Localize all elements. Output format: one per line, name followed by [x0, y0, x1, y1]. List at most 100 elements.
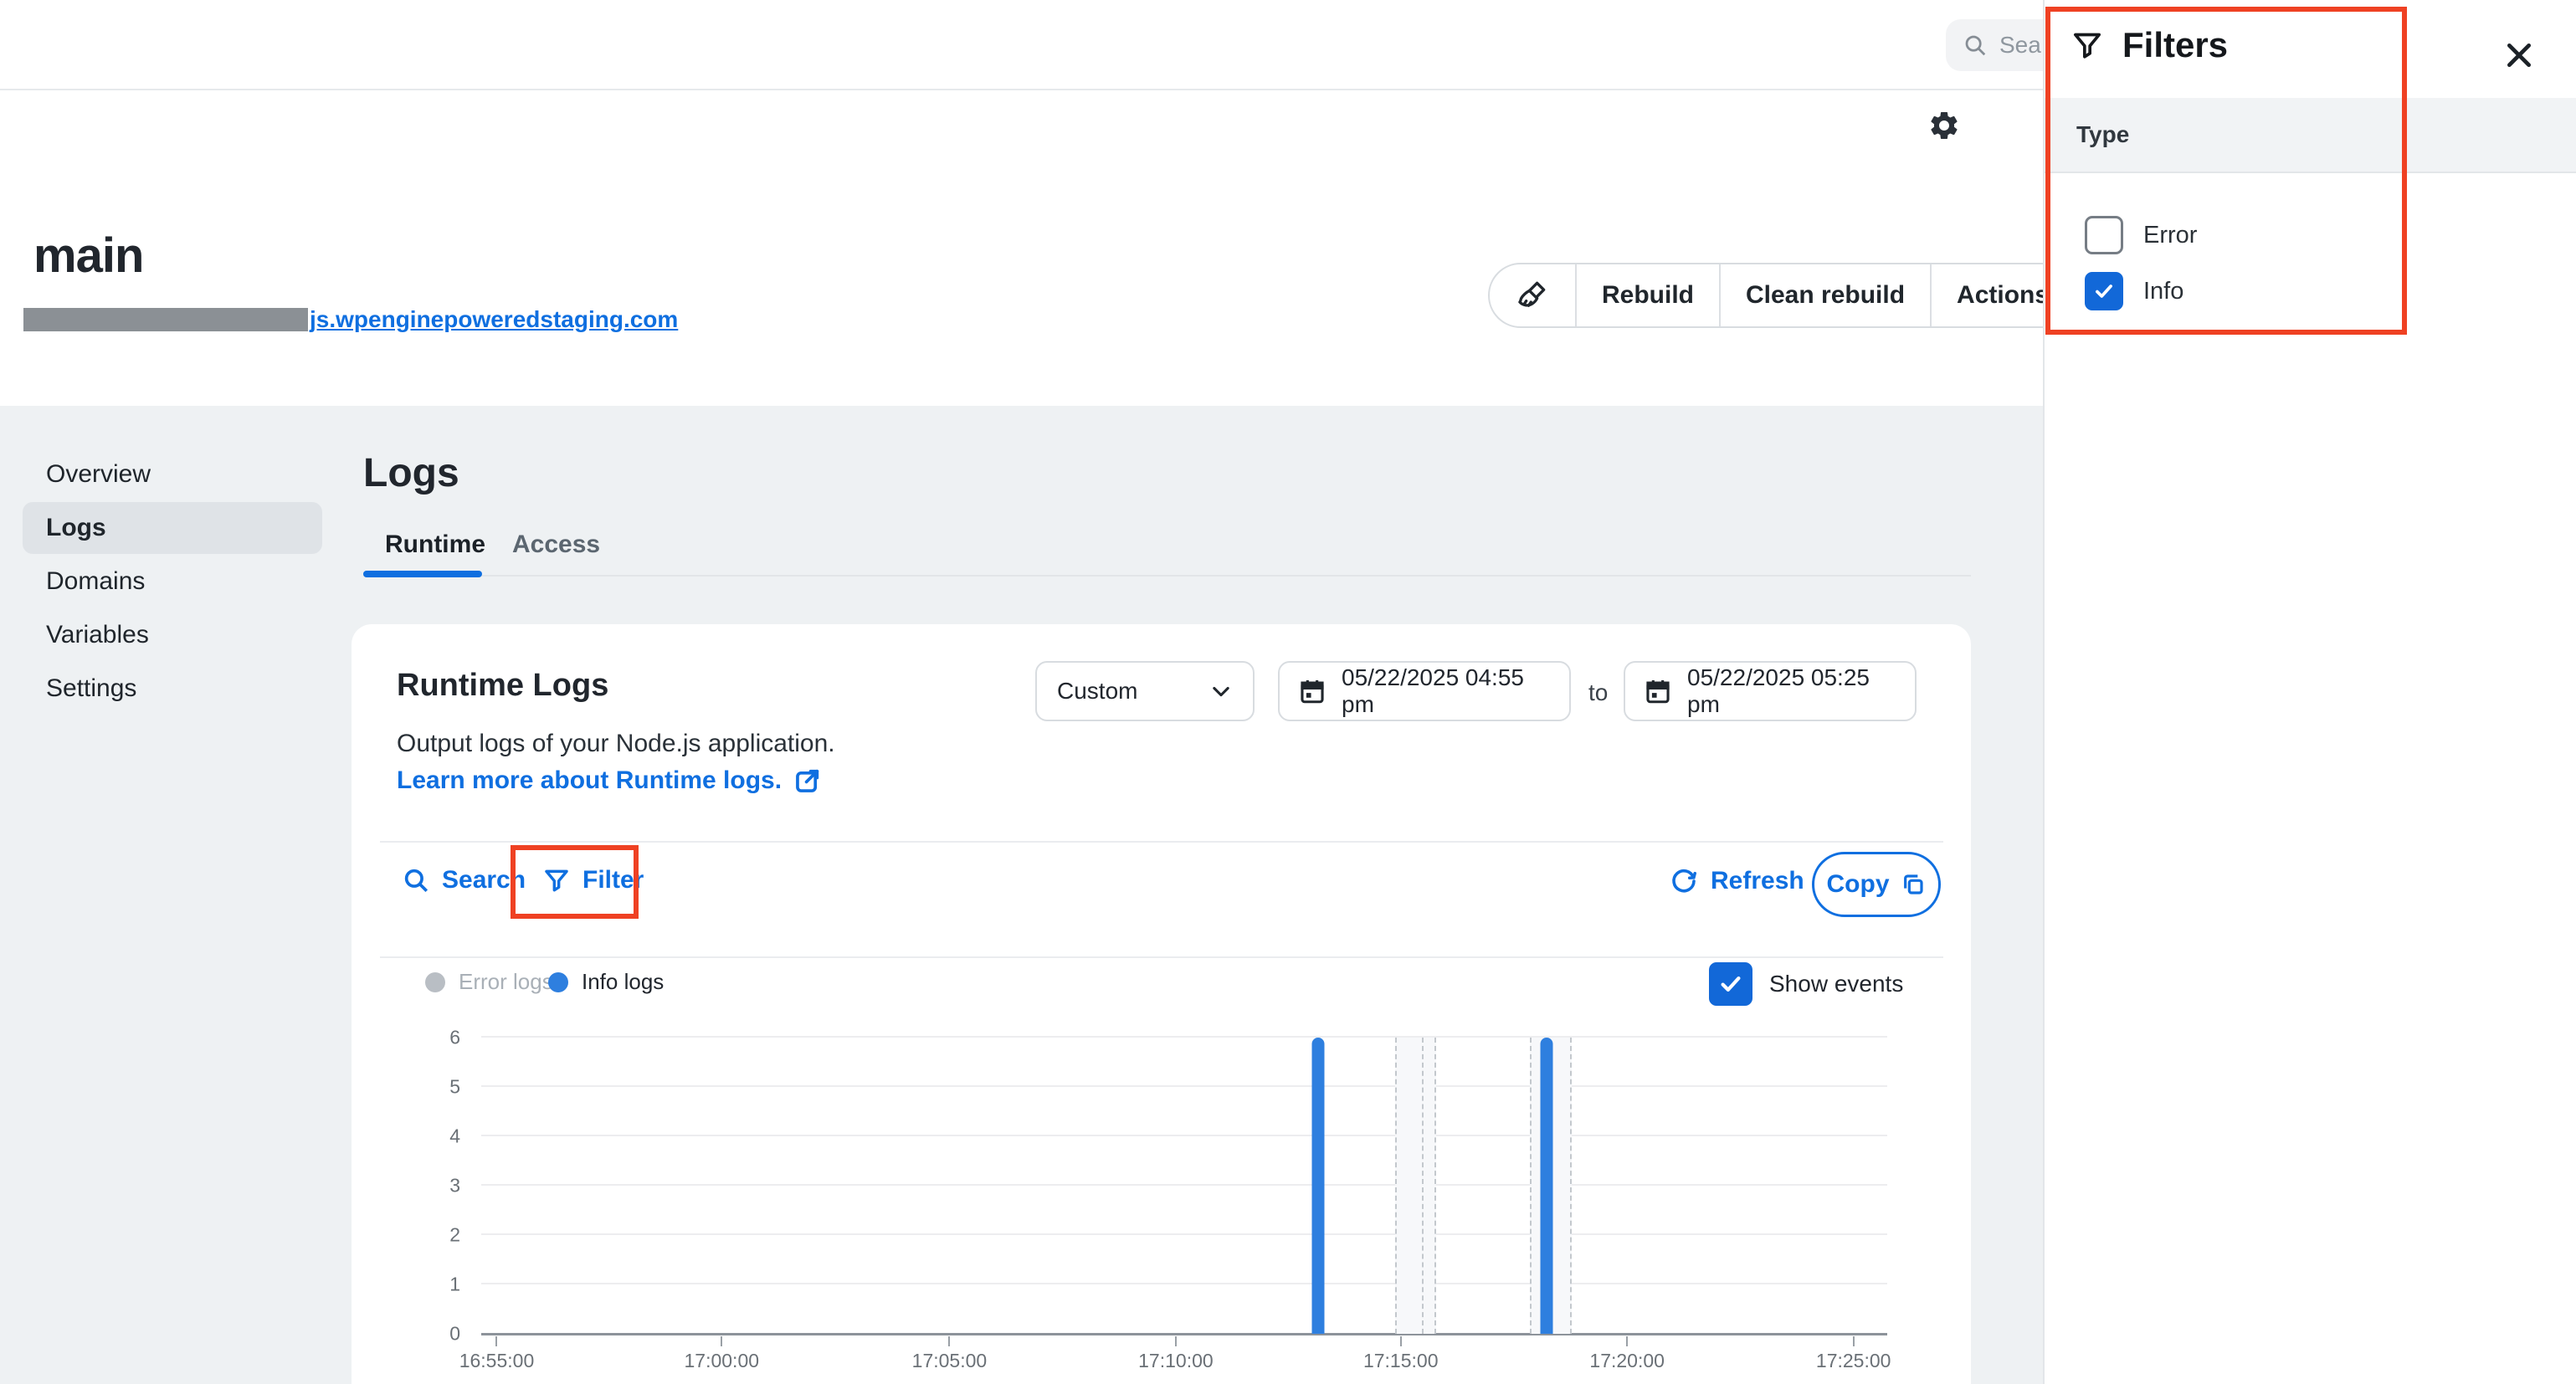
chart-y-axis: 0123456 [418, 1038, 469, 1334]
refresh-button[interactable]: Refresh [1669, 866, 1804, 896]
date-to-value: 05/22/2025 05:25 pm [1687, 664, 1896, 718]
legend-info-label: Info logs [582, 969, 664, 995]
chart-x-axis-line [481, 1333, 1887, 1335]
clean-cache-button[interactable] [1490, 264, 1575, 326]
chart-y-tick-label: 6 [449, 1027, 460, 1049]
sidebar-item-variables[interactable]: Variables [23, 609, 322, 661]
top-bar [0, 0, 2043, 90]
clean-rebuild-label: Clean rebuild [1746, 281, 1905, 310]
info-checkbox[interactable] [2085, 272, 2123, 310]
legend-info-logs[interactable]: Info logs [548, 969, 664, 995]
filters-panel-header: Filters [2071, 25, 2228, 65]
chart-bar [1311, 1038, 1324, 1334]
date-from-input[interactable]: 05/22/2025 04:55 pm [1278, 661, 1571, 721]
chart-x-tick-mark [721, 1336, 722, 1346]
divider [380, 956, 1943, 958]
filters-type-label: Type [2076, 121, 2129, 148]
tab-runtime[interactable]: Runtime [385, 525, 485, 564]
close-icon[interactable] [2501, 37, 2538, 74]
clean-rebuild-button[interactable]: Clean rebuild [1721, 264, 1930, 326]
legend-error-label: Error logs [459, 969, 553, 995]
filter-option-error[interactable]: Error [2085, 216, 2197, 254]
date-from-value: 05/22/2025 04:55 pm [1342, 664, 1551, 718]
runtime-logs-title: Runtime Logs [397, 668, 608, 704]
filters-panel-title: Filters [2122, 25, 2228, 65]
sidebar-label: Variables [46, 621, 149, 649]
environment-url-link[interactable]: js.wpenginepoweredstaging.com [23, 306, 678, 333]
range-selected-value: Custom [1057, 678, 1137, 705]
chart-x-tick-label: 17:25:00 [1816, 1350, 1891, 1372]
refresh-label: Refresh [1711, 867, 1804, 895]
tab-divider [363, 575, 1971, 577]
chart-x-tick-mark [1175, 1336, 1177, 1346]
log-filter-button[interactable]: Filter [542, 866, 644, 894]
sidebar-label: Settings [46, 674, 136, 703]
section-title-logs: Logs [363, 450, 459, 496]
funnel-icon [542, 866, 571, 894]
redacted-url-part [23, 308, 308, 331]
environment-actions-group: Rebuild Clean rebuild Actions [1488, 263, 2107, 328]
error-checkbox[interactable] [2085, 216, 2123, 254]
sidebar-item-settings[interactable]: Settings [23, 663, 322, 715]
sidebar-label: Logs [46, 514, 106, 542]
refresh-icon [1669, 866, 1699, 896]
chart-gridline [481, 1036, 1887, 1038]
show-events-toggle[interactable]: Show events [1709, 962, 1903, 1006]
date-range-select[interactable]: Custom [1035, 661, 1255, 721]
filter-label: Filter [582, 866, 644, 894]
page-title: main [33, 228, 143, 284]
rebuild-button[interactable]: Rebuild [1577, 264, 1719, 326]
tab-access[interactable]: Access [512, 525, 600, 564]
search-placeholder: Sea [1999, 32, 2041, 59]
filters-panel: Filters Type Error Info [2043, 0, 2576, 1384]
chart-x-tick-label: 17:00:00 [685, 1350, 760, 1372]
copy-button[interactable]: Copy [1812, 852, 1941, 917]
tab-label: Runtime [385, 531, 485, 559]
filter-option-info[interactable]: Info [2085, 272, 2183, 310]
show-events-label: Show events [1769, 971, 1903, 997]
divider [380, 841, 1943, 843]
chart-x-tick-label: 16:55:00 [459, 1350, 535, 1372]
funnel-icon [2071, 28, 2104, 62]
chart-x-tick-mark [1400, 1336, 1402, 1346]
chart-event-band [1395, 1038, 1436, 1334]
copy-icon [1900, 871, 1927, 898]
sidebar-label: Domains [46, 567, 145, 596]
chart-y-tick-label: 3 [449, 1175, 460, 1197]
chart-y-tick-label: 4 [449, 1125, 460, 1148]
sidebar-item-logs[interactable]: Logs [23, 502, 322, 554]
environment-url-text: js.wpenginepoweredstaging.com [310, 306, 678, 333]
rebuild-label: Rebuild [1602, 281, 1694, 310]
chart-gridline [481, 1085, 1887, 1087]
info-option-label: Info [2143, 278, 2183, 305]
search-icon [1963, 33, 1988, 58]
chart-x-tick-mark [1626, 1336, 1628, 1346]
chart-y-tick-label: 5 [449, 1076, 460, 1099]
sidebar-item-domains[interactable]: Domains [23, 556, 322, 607]
chart-gridline [481, 1233, 1887, 1235]
sidebar-label: Overview [46, 460, 151, 489]
calendar-icon [1644, 677, 1672, 705]
show-events-checkbox[interactable] [1709, 962, 1752, 1006]
actions-label: Actions [1957, 281, 2049, 310]
filters-type-section: Type [2045, 98, 2576, 173]
chart-x-tick-label: 17:05:00 [912, 1350, 988, 1372]
chart-event-band-divider [1422, 1038, 1424, 1334]
legend-error-logs[interactable]: Error logs [425, 969, 553, 995]
active-tab-indicator [363, 571, 482, 577]
date-to-input[interactable]: 05/22/2025 05:25 pm [1624, 661, 1917, 721]
info-logs-dot [548, 972, 568, 992]
sidebar-item-overview[interactable]: Overview [23, 449, 322, 500]
settings-gear-button[interactable] [1922, 104, 1966, 147]
chart-gridline [481, 1184, 1887, 1186]
chart-bar [1541, 1038, 1553, 1334]
chart-x-tick-mark [948, 1336, 950, 1346]
chart-y-tick-label: 2 [449, 1224, 460, 1247]
error-logs-dot [425, 972, 445, 992]
learn-more-label: Learn more about Runtime logs. [397, 766, 782, 795]
log-search-button[interactable]: Search [402, 866, 526, 894]
learn-more-link[interactable]: Learn more about Runtime logs. [397, 766, 822, 795]
date-range-to-label: to [1588, 679, 1608, 706]
breadcrumb-row [0, 90, 2043, 202]
copy-label: Copy [1827, 870, 1890, 899]
